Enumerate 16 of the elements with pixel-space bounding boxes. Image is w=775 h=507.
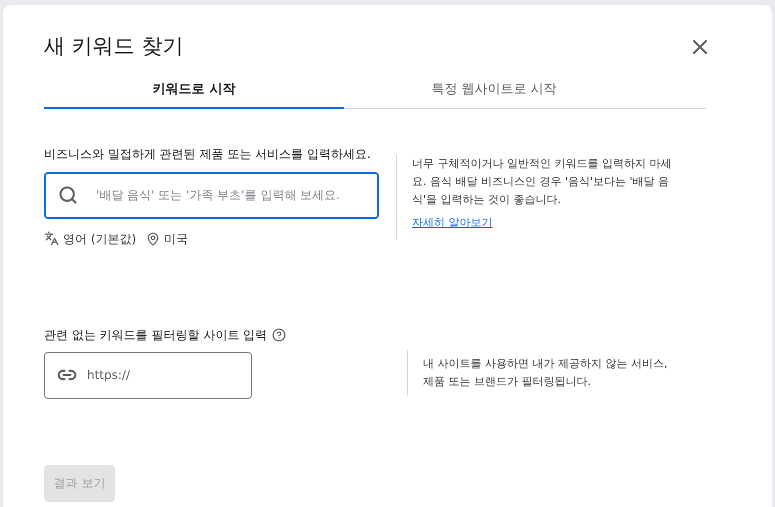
location-pin-icon: [146, 232, 160, 246]
tab[interactable]: 키워드로 시작: [44, 72, 344, 108]
tab[interactable]: 특정 웹사이트로 시작: [344, 72, 644, 108]
help-icon[interactable]: [272, 328, 286, 342]
site-url-field[interactable]: https://: [44, 352, 252, 398]
language-selector[interactable]: 영어 (기본값): [63, 230, 136, 248]
location-selector[interactable]: 미국: [164, 230, 188, 248]
hint-text: 내 사이트를 사용하면 내가 제공하지 않는 서비스, 제품 또는 브랜드가 필터링됩니다.: [423, 356, 668, 390]
learn-more-link[interactable]: 자세히 알아보기: [412, 214, 492, 231]
dialog-title: 새 키워드 찾기: [44, 33, 184, 60]
field-label: 비즈니스와 밀접하게 관련된 제품 또는 서비스를 입력하세요.: [44, 146, 372, 162]
language-icon: [44, 231, 59, 246]
hint-text: 너무 구체적이거나 일반적인 키워드를 입력하지 마세요. 음식 배달 비즈니스인 경우 '음식'보다는 '배달 음식'을 입력하는 것이 좋습니다.: [412, 156, 672, 208]
search-icon: [58, 184, 78, 204]
field-label: 관련 없는 키워드를 필터링할 사이트 입력: [44, 326, 268, 344]
keyword-search-field[interactable]: '배달 음식' 또는 '가족 부츠'를 입력해 보세요.: [44, 172, 379, 218]
